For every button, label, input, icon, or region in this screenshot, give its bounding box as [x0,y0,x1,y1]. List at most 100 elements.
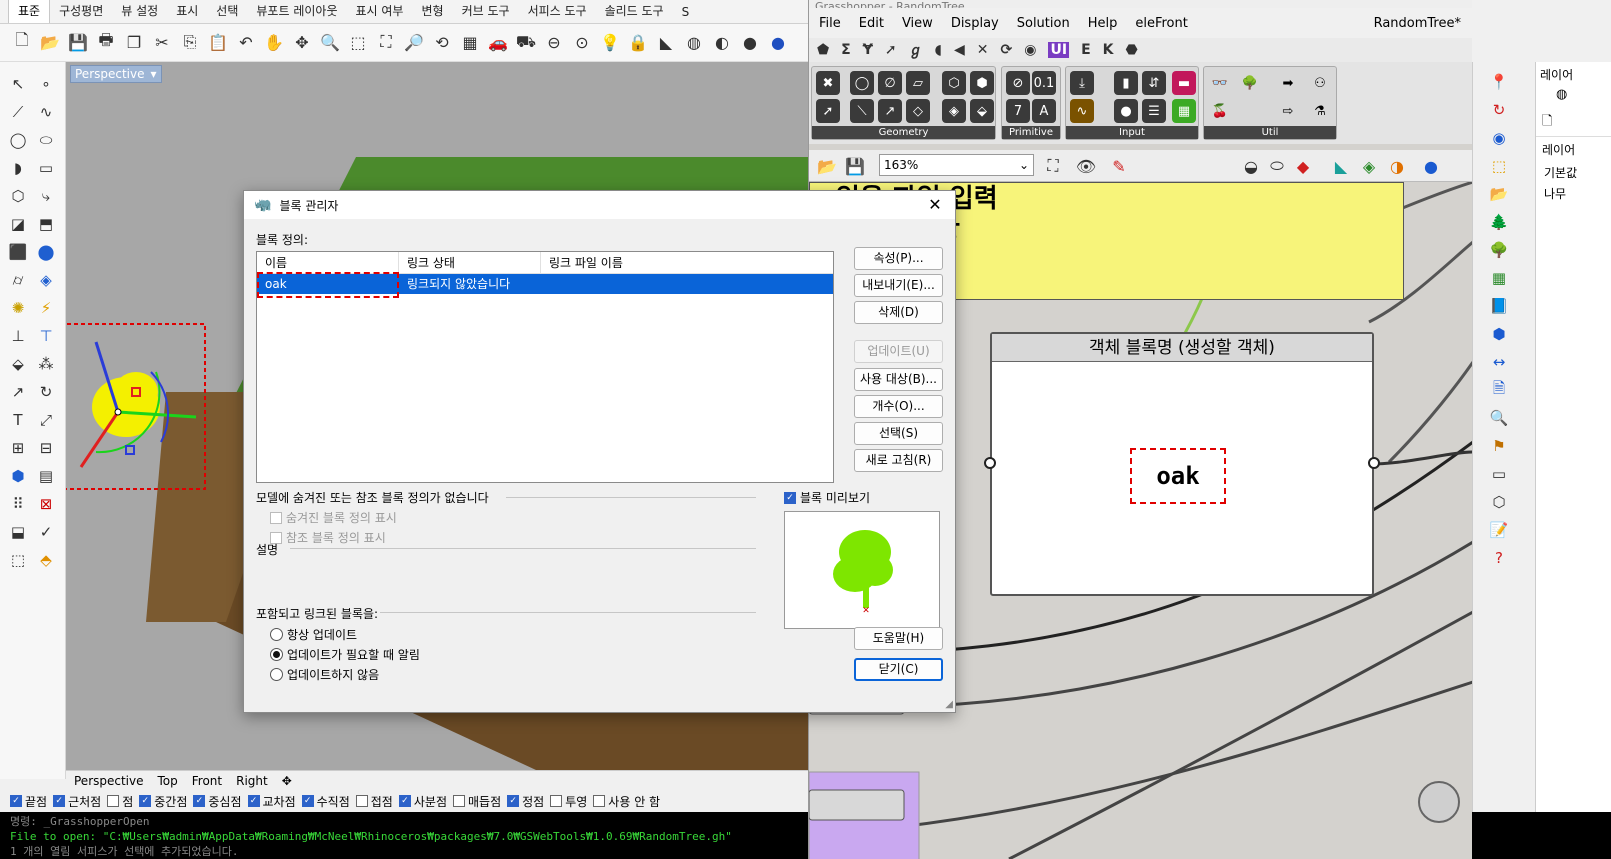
circle-param-icon[interactable]: ◯ [850,71,874,95]
properties-icon[interactable]: ❐ [122,30,146,54]
input-gradient-icon[interactable]: ▦ [1172,99,1196,123]
zoom-selected-icon[interactable]: 🔎 [402,30,426,54]
curve-tab-icon[interactable]: ℊ [909,40,923,60]
tab-surface-tools[interactable]: 서피스 도구 [519,0,596,23]
open-folder-icon[interactable]: 📂 [38,30,62,54]
update-button[interactable]: 업데이트(U) [854,340,943,363]
cube-icon[interactable]: ⬚ [6,548,30,572]
preview-eye-icon[interactable]: 👁 [1074,154,1098,178]
curve-icon[interactable]: ∿ [34,100,58,124]
util-glasses-icon[interactable]: 👓 [1208,71,1232,95]
sketch-pen-icon[interactable]: ✎ [1107,154,1131,178]
number-param-icon[interactable]: 0.1 [1032,71,1056,95]
gumball-center[interactable] [114,408,122,416]
tab-curve-tools[interactable]: 커브 도구 [453,0,519,23]
display-tab-icon[interactable]: ◉ [1024,42,1036,58]
osnap-checkbox[interactable] [107,795,120,807]
rotate-icon[interactable]: ↻ [34,380,58,404]
pan-hand-icon[interactable]: ✋ [262,30,286,54]
osnap-checkbox[interactable]: ✓ [507,795,520,807]
tab-front[interactable]: Front [192,774,222,788]
geo-param-icon[interactable]: ✖ [816,71,840,95]
osnap-checkbox[interactable]: ✓ [247,795,260,807]
window-icon[interactable]: ▭ [1487,462,1511,486]
plane-param-icon[interactable]: ↗ [878,99,902,123]
paint-icon[interactable]: ⬘ [34,548,58,572]
tab-perspective[interactable]: Perspective [74,774,144,788]
mesh-icon[interactable]: ◈ [34,268,58,292]
undo-icon[interactable]: ↶ [234,30,258,54]
osnap-item[interactable]: 점 [107,793,133,810]
measure-icon[interactable]: ↔ [1487,350,1511,374]
polyline-icon[interactable]: ⟋ [6,100,30,124]
preview-option[interactable]: ✓ 블록 미리보기 [784,489,870,506]
tab-solid-tools[interactable]: 솔리드 도구 [596,0,673,23]
new-layer-icon[interactable]: 🗋 [1536,102,1611,136]
util-arrow-icon[interactable]: ➡ [1276,71,1300,95]
check-icon[interactable]: ✓ [34,520,58,544]
select-arrow-icon[interactable]: ↖ [6,72,30,96]
box-param-icon[interactable]: ⬡ [942,71,966,95]
used-by-button[interactable]: 사용 대상(B)... [854,368,943,391]
join-icon[interactable]: ⊤ [34,324,58,348]
input-toggle-icon[interactable]: ⇵ [1142,71,1166,95]
ellipse-icon[interactable]: ⬭ [34,128,58,152]
osnap-item[interactable]: ✓ 교차점 [247,793,296,810]
menu-solution[interactable]: Solution [1017,16,1070,31]
rotate-180-icon[interactable]: ↻ [1487,98,1511,122]
book-icon[interactable]: 📘 [1487,294,1511,318]
osnap-checkbox[interactable] [593,795,606,807]
util-arrow-outline-icon[interactable]: ⇨ [1276,99,1300,123]
layer-default[interactable]: 기본값 [1536,162,1611,183]
tab-viewport-layout[interactable]: 뷰포트 레이아웃 [247,0,346,23]
preview-checkbox[interactable]: ✓ [784,491,796,504]
osnap-item[interactable]: ✓ 끝점 [10,793,47,810]
brep-param-icon[interactable]: ◇ [906,99,930,123]
panel-output-grip[interactable] [1368,457,1380,469]
radio-never-update[interactable] [270,668,283,681]
block-definition-table[interactable]: 이름 링크 상태 링크 파일 이름 oak 링크되지 않았습니다 [256,251,834,483]
grid-green-icon[interactable]: ▦ [1487,266,1511,290]
osnap-checkbox[interactable]: ✓ [53,795,66,807]
elefront-tab-icon[interactable]: E [1081,42,1091,58]
selected-display-icon[interactable]: ◆ [1291,154,1315,178]
osnap-item[interactable]: ✓ 정점 [507,793,544,810]
util-flask-icon[interactable]: ⚗ [1308,99,1332,123]
input-knob-icon[interactable]: ● [1114,99,1138,123]
bake-icon[interactable]: ◣ [1329,154,1353,178]
split-icon[interactable]: ⚡ [34,296,58,320]
util-bubble-icon[interactable]: ⚇ [1308,71,1332,95]
layer-icon[interactable]: ◣ [654,30,678,54]
vector-tab-icon[interactable]: ➚ [885,42,897,58]
menu-view[interactable]: View [902,16,933,31]
surface-param-icon[interactable]: ▱ [906,71,930,95]
osnap-item[interactable]: ✓ 근처점 [53,793,101,810]
text-param-icon[interactable]: A [1032,99,1056,123]
car-icon[interactable]: 🚗 [486,30,510,54]
undo-view-icon[interactable]: ⟲ [430,30,454,54]
zoom-icon[interactable]: 🔍 [318,30,342,54]
ui-tab-icon[interactable]: UI [1048,42,1070,58]
select-button[interactable]: 선택(S) [854,422,943,445]
gh-open-icon[interactable]: 📂 [815,154,839,178]
params-tab-icon[interactable]: ⬟ [817,42,829,58]
gh-navigation-ball[interactable] [1418,781,1460,823]
input-list-icon[interactable]: ☰ [1142,99,1166,123]
col-name[interactable]: 이름 [257,252,399,274]
osnap-item[interactable]: ✓ 중심점 [193,793,242,810]
render-icon[interactable]: ⬓ [6,520,30,544]
shield-icon[interactable]: ⬢ [1487,322,1511,346]
grid-icon[interactable]: ⠿ [6,492,30,516]
dwg-file-icon[interactable]: 🗎 [1487,378,1511,402]
panel-input-grip[interactable] [984,457,996,469]
group-param-icon[interactable]: ⬙ [970,99,994,123]
osnap-item[interactable]: 접점 [355,793,393,810]
block-icon[interactable]: ⬢ [6,464,30,488]
input-swatch-icon[interactable]: ▬ [1172,71,1196,95]
osnap-checkbox[interactable]: ✓ [193,795,206,807]
osnap-item[interactable]: 투영 [550,793,587,810]
array-icon[interactable]: ⊞ [6,436,30,460]
integer-param-icon[interactable]: 7 [1006,99,1030,123]
hatch-icon[interactable]: ▤ [34,464,58,488]
cplane-icon[interactable]: ⊖ [542,30,566,54]
